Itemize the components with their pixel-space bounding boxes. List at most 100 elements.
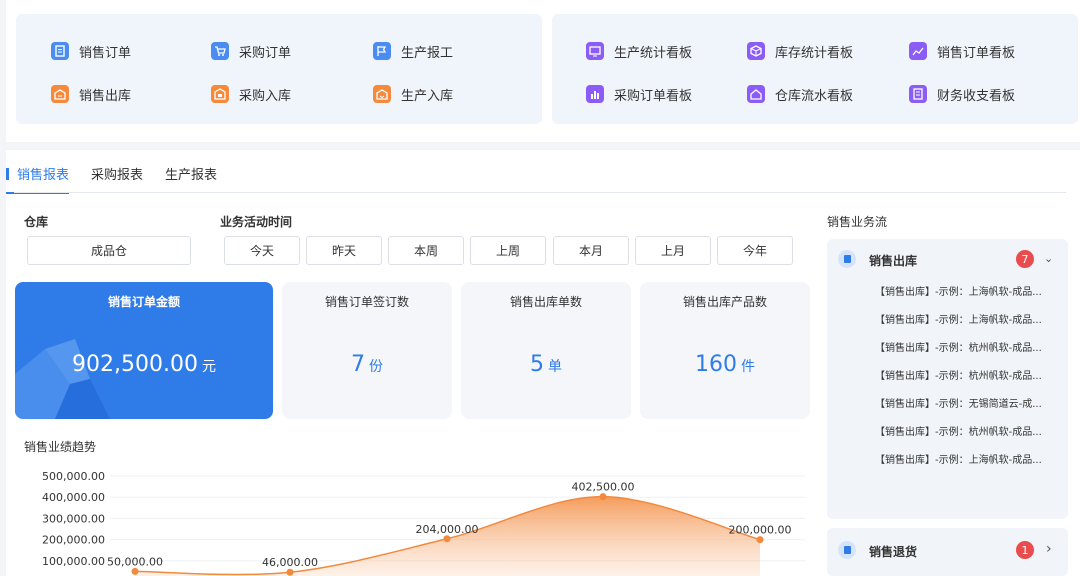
flow-list-item[interactable]: 【销售出库】-示例：杭州帆软-成品... [875, 339, 1042, 354]
flow-list-item[interactable]: 【销售出库】-示例：杭州帆软-成品... [875, 423, 1042, 438]
card-title: 销售订单金额 [107, 295, 180, 309]
card-value: 5单 [461, 352, 631, 377]
card-unit: 单 [548, 359, 562, 375]
warehouse-select[interactable]: 成品仓 [27, 236, 191, 265]
data-point[interactable] [131, 567, 139, 575]
y-tick-label: 100,000.00 [42, 555, 105, 568]
quick-link-quick-left-1[interactable]: 采购订单 [211, 40, 291, 62]
card-number: 5 [530, 352, 544, 377]
y-tick-label: 200,000.00 [42, 534, 105, 547]
time-filter-button[interactable]: 今年 [717, 236, 793, 265]
count-badge: 7 [1016, 250, 1034, 268]
tab-purchase-report[interactable]: 采购报表 [91, 160, 143, 194]
warehouse-out-icon [51, 85, 69, 103]
factory-in-icon [373, 85, 391, 103]
data-point[interactable] [443, 535, 451, 543]
tab-sales-report[interactable]: 销售报表 [6, 160, 70, 194]
trend-chart-title: 销售业绩趋势 [24, 440, 97, 454]
quick-link-quick-right-2[interactable]: 销售订单看板 [909, 40, 1015, 62]
quick-link-quick-right-3[interactable]: 采购订单看板 [586, 83, 692, 105]
quick-link-label: 仓库流水看板 [775, 88, 854, 104]
ledger-icon [909, 85, 927, 103]
time-filter-button[interactable]: 上月 [635, 236, 711, 265]
quick-link-label: 生产报工 [401, 45, 454, 61]
card-title: 销售出库产品数 [682, 295, 767, 309]
card-number: 160 [695, 352, 737, 377]
quick-link-quick-left-2[interactable]: 生产报工 [373, 40, 453, 62]
quick-link-quick-left-3[interactable]: 销售出库 [51, 83, 131, 105]
sales-trend-chart: 500,000.00 400,000.00 300,000.00 200,000.00… [42, 470, 805, 576]
quick-actions-panel [16, 14, 542, 124]
count-badge: 1 [1016, 541, 1034, 559]
document-icon [838, 541, 856, 559]
chevron-right-icon[interactable]: › [1046, 541, 1052, 557]
quick-link-quick-left-5[interactable]: 生产入库 [373, 83, 453, 105]
time-filter-button[interactable]: 昨天 [306, 236, 382, 265]
flow-list-item[interactable]: 【销售出库】-示例：上海帆软-成品... [875, 451, 1042, 466]
document-icon [838, 250, 856, 268]
flow-list-item[interactable]: 【销售出库】-示例：杭州帆软-成品... [875, 367, 1042, 382]
tabs-divider [14, 192, 1066, 193]
quick-link-label: 采购入库 [239, 88, 292, 104]
quick-link-quick-right-1[interactable]: 库存统计看板 [747, 40, 853, 62]
document-icon [51, 42, 69, 60]
quick-link-label: 生产统计看板 [614, 45, 693, 61]
quick-link-quick-right-0[interactable]: 生产统计看板 [586, 40, 692, 62]
card-number: 7 [351, 352, 365, 377]
quick-link-quick-left-4[interactable]: 采购入库 [211, 83, 291, 105]
line-chart-icon [909, 42, 927, 60]
house-icon [747, 85, 765, 103]
flow-list-item[interactable]: 【销售出库】-示例：上海帆软-成品... [875, 311, 1042, 326]
data-point[interactable] [756, 536, 764, 544]
time-filter-button[interactable]: 本月 [553, 236, 629, 265]
monitor-icon [586, 42, 604, 60]
card-unit: 元 [201, 359, 216, 375]
time-filter-button[interactable]: 上周 [470, 236, 546, 265]
quick-link-label: 采购订单看板 [614, 88, 693, 104]
card-value: 7份 [282, 352, 452, 377]
data-label: 204,000.00 [416, 523, 479, 536]
data-label: 50,000.00 [107, 555, 163, 568]
quick-link-label: 采购订单 [239, 45, 292, 61]
report-tabs: 销售报表 采购报表 生产报表 [6, 160, 239, 194]
activity-time-label: 业务活动时间 [220, 215, 293, 229]
quick-link-label: 财务收支看板 [937, 88, 1016, 104]
y-tick-label: 300,000.00 [42, 512, 105, 525]
quick-link-label: 库存统计看板 [775, 45, 854, 61]
tab-production-report[interactable]: 生产报表 [165, 160, 217, 194]
y-tick-label: 500,000.00 [42, 470, 105, 483]
card-number: 902,500.00 [72, 352, 198, 377]
quick-link-label: 销售订单 [79, 45, 132, 61]
card-title: 销售出库单数 [509, 295, 582, 309]
card-unit: 件 [741, 359, 755, 375]
quick-link-label: 销售出库 [79, 88, 132, 104]
data-label: 402,500.00 [572, 481, 635, 494]
card-sales-contracts: 销售订单签订数 7份 [282, 282, 452, 419]
bar-chart-icon [586, 85, 604, 103]
flow-section-label: 销售退货 [869, 545, 918, 559]
flow-list-item[interactable]: 【销售出库】-示例：上海帆软-成品... [875, 283, 1042, 298]
quick-link-quick-right-4[interactable]: 仓库流水看板 [747, 83, 853, 105]
time-filter-button[interactable]: 本周 [388, 236, 464, 265]
dashboards-panel [552, 14, 1078, 124]
flow-section-label: 销售出库 [869, 254, 918, 268]
warehouse-label: 仓库 [24, 215, 49, 229]
time-filter-button[interactable]: 今天 [224, 236, 300, 265]
data-label: 200,000.00 [729, 524, 792, 537]
quick-link-quick-left-0[interactable]: 销售订单 [51, 40, 131, 62]
cart-icon [211, 42, 229, 60]
cube-icon [747, 42, 765, 60]
flow-list-item[interactable]: 【销售出库】-示例：无锡简道云-成... [875, 395, 1042, 410]
quick-link-quick-right-5[interactable]: 财务收支看板 [909, 83, 1015, 105]
data-point[interactable] [599, 493, 607, 501]
quick-link-label: 销售订单看板 [937, 45, 1016, 61]
card-sales-order-amount: 销售订单金额 902,500.00 元 [15, 282, 273, 419]
card-outbound-orders: 销售出库单数 5单 [461, 282, 631, 419]
card-value: 160 件 [640, 352, 810, 377]
data-point[interactable] [286, 568, 294, 576]
flow-title: 销售业务流 [827, 215, 888, 229]
card-outbound-products: 销售出库产品数 160 件 [640, 282, 810, 419]
data-label: 46,000.00 [262, 556, 318, 569]
card-unit: 份 [369, 359, 383, 375]
chevron-down-icon[interactable]: ⌄ [1044, 252, 1053, 265]
